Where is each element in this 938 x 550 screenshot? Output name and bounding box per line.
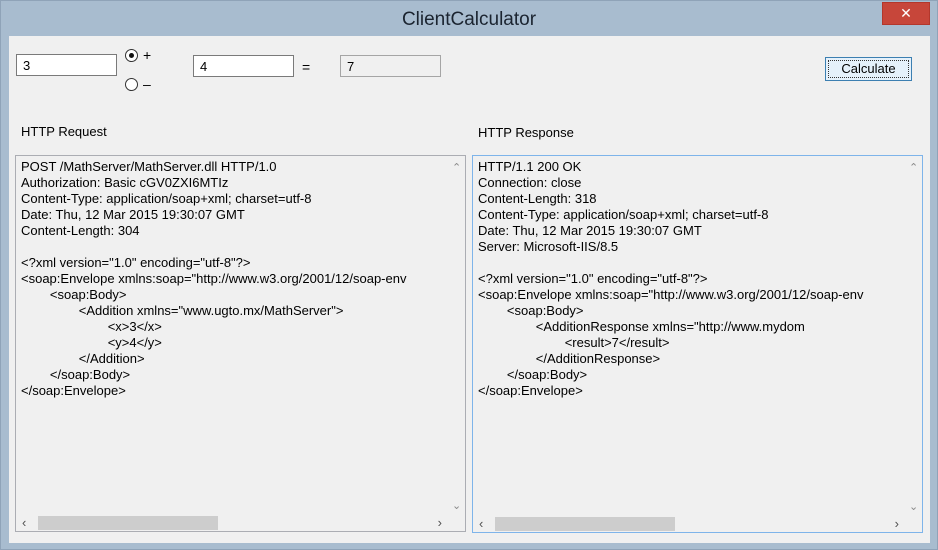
request-scroll-thumb[interactable] [38, 516, 218, 530]
http-request-text: POST /MathServer/MathServer.dll HTTP/1.0… [21, 159, 407, 398]
plus-radio[interactable] [125, 49, 138, 62]
http-response-text: HTTP/1.1 200 OK Connection: close Conten… [478, 159, 864, 398]
operand1-input[interactable]: 3 [16, 54, 117, 76]
http-request-label: HTTP Request [21, 124, 107, 139]
left-arrow-icon[interactable]: ‹ [22, 515, 26, 530]
scroll-corner [905, 515, 922, 532]
up-arrow-icon[interactable]: ⌃ [452, 161, 461, 174]
radio-selected-dot [129, 53, 134, 58]
down-arrow-icon[interactable]: ⌄ [452, 499, 461, 512]
result-field: 7 [340, 55, 441, 77]
equals-sign: = [302, 59, 311, 75]
up-arrow-icon[interactable]: ⌃ [909, 161, 918, 174]
minus-radio-label: – [143, 76, 151, 92]
response-scroll-thumb[interactable] [495, 517, 675, 531]
request-horizontal-scrollbar[interactable]: ‹ › [16, 514, 448, 531]
http-response-textarea[interactable]: HTTP/1.1 200 OK Connection: close Conten… [472, 155, 923, 533]
plus-radio-label: + [143, 47, 152, 63]
calculate-button[interactable]: Calculate [825, 57, 912, 81]
scroll-corner [448, 514, 465, 531]
window-title: ClientCalculator [401, 9, 537, 30]
right-arrow-icon[interactable]: › [438, 515, 442, 530]
http-request-textarea[interactable]: POST /MathServer/MathServer.dll HTTP/1.0… [15, 155, 466, 532]
response-horizontal-scrollbar[interactable]: ‹ › [473, 515, 905, 532]
title-bar[interactable]: ClientCalculator ✕ [1, 1, 937, 36]
request-vertical-scrollbar[interactable]: ⌃ ⌄ [448, 156, 465, 514]
client-calculator-window: ClientCalculator ✕ 3 + – 4 = 7 Calculate… [0, 0, 938, 550]
left-arrow-icon[interactable]: ‹ [479, 516, 483, 531]
operand2-input[interactable]: 4 [193, 55, 294, 77]
http-response-label: HTTP Response [478, 125, 574, 140]
close-button[interactable]: ✕ [882, 2, 930, 25]
down-arrow-icon[interactable]: ⌄ [909, 500, 918, 513]
response-vertical-scrollbar[interactable]: ⌃ ⌄ [905, 156, 922, 515]
minus-radio[interactable] [125, 78, 138, 91]
client-area: 3 + – 4 = 7 Calculate HTTP Request HTTP … [9, 36, 930, 543]
right-arrow-icon[interactable]: › [895, 516, 899, 531]
